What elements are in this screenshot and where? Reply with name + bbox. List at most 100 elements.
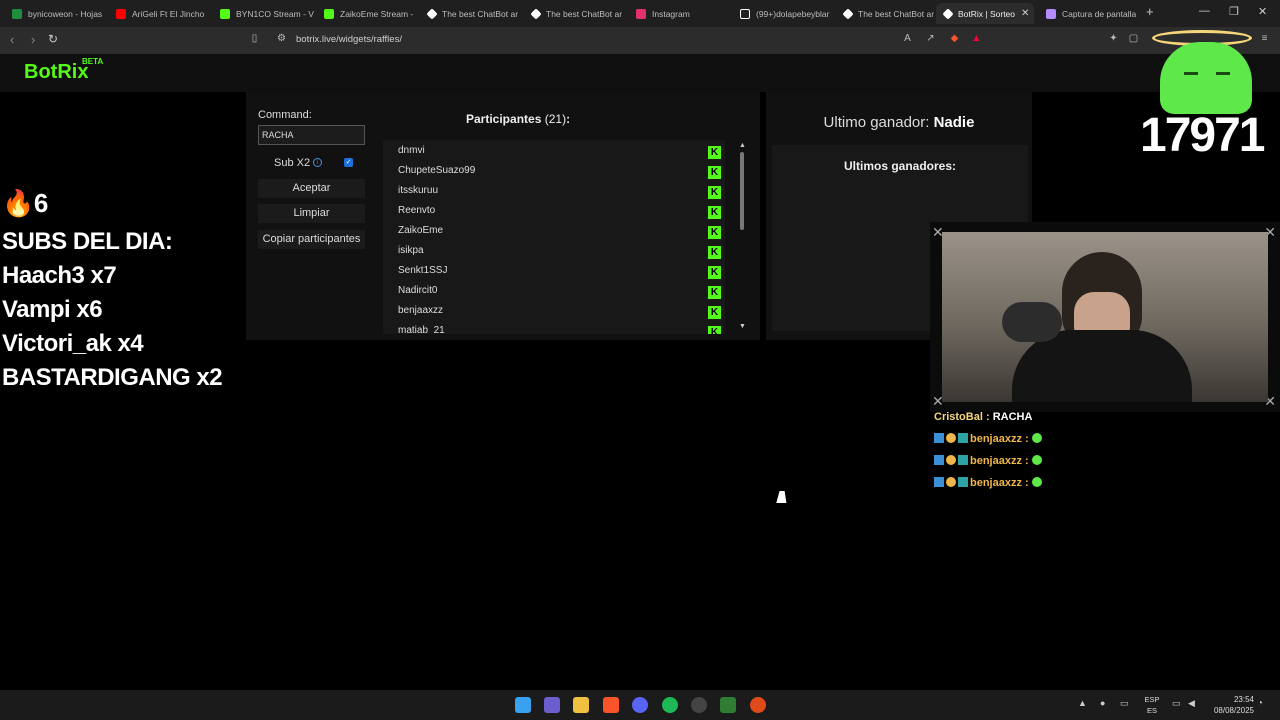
close-tab-icon[interactable]: ✕ [1021,8,1029,19]
ghost-emote-icon [1031,455,1042,465]
ghost-emote-icon [1031,433,1042,443]
taskbar: ▲ ● ▭ ESP ES ▭ ◀ 23:54 08/08/2025 ◔ [0,690,1280,720]
kick-icon: K [708,286,721,299]
clock[interactable]: 23:54 08/08/2025 [1208,694,1254,716]
participant-row[interactable]: itsskuruu K [398,185,722,205]
share-icon[interactable]: ↗ [924,33,937,46]
fire-counter: 🔥6 [2,188,48,218]
scroll-up-icon[interactable]: ▲ [739,142,746,149]
participants-list[interactable]: dnmvi K ChupeteSuazo99 K itsskuruu K Reenvt… [383,140,725,334]
participant-row[interactable]: matiab_21 K [398,325,722,334]
youtube-icon [116,8,126,19]
browser-tab[interactable]: AriGeli Ft El Jincho [108,3,210,24]
participant-row[interactable]: dnmvi K [398,145,722,165]
notifications-icon[interactable]: ◔ [1257,698,1263,709]
language-indicator[interactable]: ESP ES [1143,694,1161,716]
browser-tab[interactable]: bynicoweon - Hojas [4,3,106,24]
steam-icon[interactable] [691,697,707,713]
chat-badge-icon [958,433,968,443]
chat-app-icon[interactable] [544,697,560,713]
site-header: BotRix BETA [0,54,1280,92]
last-winner: Ultimo ganador: Nadie [823,114,975,131]
copy-participants-button[interactable]: Copiar participantes [258,230,365,249]
browser-tab[interactable]: Instagram [628,3,730,24]
kick-icon: K [708,186,721,199]
back-icon[interactable]: ‹ [10,32,14,47]
file-explorer-icon[interactable] [573,697,589,713]
minimize-icon[interactable]: — [1199,5,1210,17]
app-icon[interactable] [720,697,736,713]
scroll-thumb[interactable] [740,152,744,230]
last-winner-value: Nadie [933,114,975,131]
extensions-icon[interactable]: ✦ [1107,33,1120,46]
new-tab-button[interactable]: + [1146,4,1154,19]
menu-icon[interactable]: ≡ [1258,33,1271,46]
sub-x2-checkbox[interactable]: ✓ [344,158,353,167]
obs-icon[interactable] [750,697,766,713]
browser-tab[interactable]: The best ChatBot ar [524,3,626,24]
kick-icon: K [708,146,721,159]
accept-button[interactable]: Aceptar [258,179,365,198]
participant-row[interactable]: Reenvto K [398,205,722,225]
browser-tab[interactable]: The best ChatBot ar [420,3,522,24]
translate-icon[interactable]: A [901,33,914,46]
browser-tab[interactable]: (99+)dolapebeyblar [732,3,834,24]
info-icon[interactable]: i [313,158,322,167]
sidebar-icon[interactable]: ▢ [1127,33,1140,46]
sub-entry: BASTARDIGANG x2 [2,364,223,391]
chat-badge-icon [946,455,956,465]
botrix-icon [942,7,954,20]
windows-start-icon[interactable] [515,697,531,713]
mascot-eye [1184,72,1198,75]
reload-icon[interactable]: ↻ [48,32,58,46]
browser-tab[interactable]: ZaikoEme Stream - [316,3,418,24]
recent-winners-title: Ultimos ganadores: [843,159,957,173]
participant-row[interactable]: ZaikoEme K [398,225,722,245]
participants-scrollbar[interactable]: ▲ ▼ [739,142,746,332]
botrix-logo[interactable]: BotRix [24,61,88,84]
microphone-tray-icon[interactable]: ● [1100,698,1105,708]
network-icon[interactable]: ▭ [1172,698,1181,709]
chat-badge-icon [934,433,944,443]
browser-tab[interactable]: Captura de pantalla [1038,3,1138,24]
browser-tab-active[interactable]: BotRix | Sorteo ✕ [936,3,1034,24]
brave-rewards-icon[interactable]: ▲ [970,33,983,46]
browser-tab[interactable]: BYN1CO Stream - V [212,3,314,24]
kick-icon: K [708,306,721,319]
forward-icon[interactable]: › [31,32,35,47]
sub-entry: Vampi x6 [2,296,103,323]
participant-row[interactable]: benjaaxzz K [398,305,722,325]
clear-button[interactable]: Limpiar [258,204,365,223]
scroll-down-icon[interactable]: ▼ [739,323,746,330]
browser-tab[interactable]: The best ChatBot ar [836,3,934,24]
site-info-icon[interactable]: ⚙ [275,33,288,46]
volume-icon[interactable]: ◀ [1188,698,1195,709]
kick-icon: K [708,266,721,279]
participant-row[interactable]: isikpa K [398,245,722,265]
close-window-icon[interactable]: ✕ [1258,5,1267,18]
brave-browser-icon[interactable] [603,697,619,713]
command-input[interactable] [258,125,365,145]
raffle-panel: Command: Sub X2 i ✓ Aceptar Limpiar Copi… [246,92,760,340]
participant-row[interactable]: Nadircit0 K [398,285,722,305]
participant-row[interactable]: Senkt1SSJ K [398,265,722,285]
spotify-icon[interactable] [662,697,678,713]
ghost-emote-icon [1031,477,1042,487]
botrix-icon [842,7,854,20]
mascot-eye [1216,72,1230,75]
brave-shield-icon[interactable]: ◆ [948,33,961,46]
sub-entry: Haach3 x7 [2,262,117,289]
chat-line: benjaaxzz : [934,455,1044,467]
discord-icon[interactable] [632,697,648,713]
participants-title: Participantes (21): [466,112,571,126]
bookmark-icon[interactable]: ▯ [248,33,261,46]
botrix-icon [530,7,542,20]
sub-x2-label: Sub X2 [274,157,311,169]
url-bar[interactable]: botrix.live/widgets/raffles/ [296,34,402,45]
browser-tab-strip: bynicoweon - Hojas AriGeli Ft El Jincho … [0,0,1280,27]
maximize-icon[interactable]: ❐ [1229,5,1239,18]
participant-row[interactable]: ChupeteSuazo99 K [398,165,722,185]
tray-chevron-icon[interactable]: ▲ [1078,698,1087,708]
keyboard-icon[interactable]: ▭ [1120,698,1129,709]
kick-icon: K [708,246,721,259]
